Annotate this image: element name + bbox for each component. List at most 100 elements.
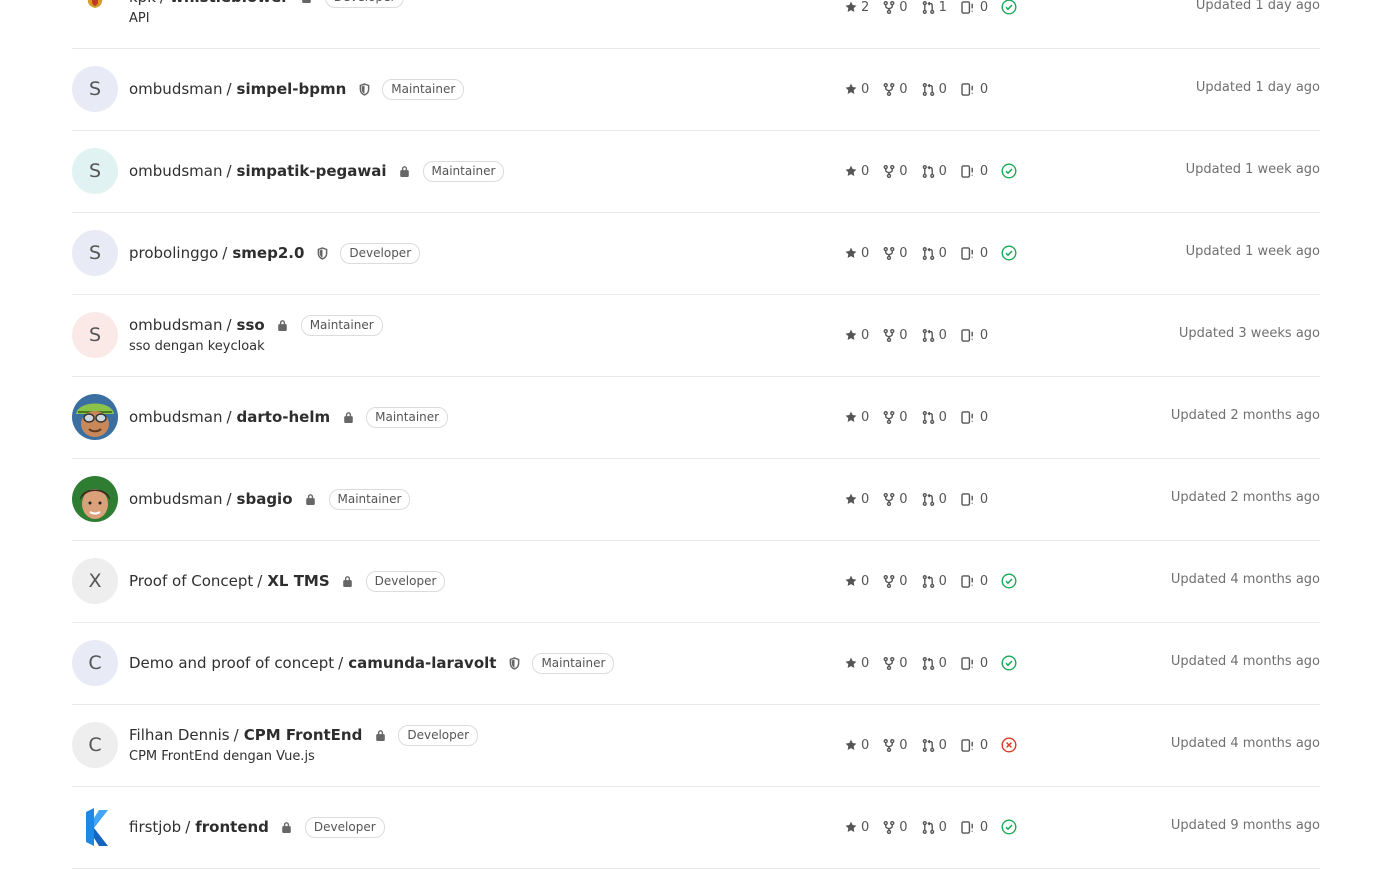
project-namespace[interactable]: probolinggo <box>129 244 218 262</box>
project-row[interactable]: firstjob / frontend Developer 0 0 0 0 Up… <box>72 787 1320 869</box>
pipeline-success-icon[interactable] <box>1001 0 1021 15</box>
forks-stat[interactable]: 0 <box>883 82 908 97</box>
project-namespace[interactable]: Filhan Dennis <box>129 726 230 744</box>
project-title[interactable]: Filhan Dennis / CPM FrontEnd Developer <box>129 724 479 746</box>
project-name[interactable]: frontend <box>195 818 269 836</box>
project-namespace[interactable]: ombudsman <box>129 316 222 334</box>
project-namespace[interactable]: Demo and proof of concept <box>129 654 334 672</box>
pipeline-success-icon[interactable] <box>1001 245 1021 261</box>
stars-stat[interactable]: 0 <box>845 82 869 97</box>
project-row[interactable]: ombudsman / sbagio Maintainer 0 0 0 0 Up… <box>72 459 1320 541</box>
merge-requests-stat[interactable]: 0 <box>922 656 947 671</box>
project-namespace[interactable]: Proof of Concept <box>129 572 253 590</box>
forks-stat[interactable]: 0 <box>883 656 908 671</box>
issues-stat[interactable]: 0 <box>961 492 988 507</box>
merge-requests-stat[interactable]: 0 <box>922 164 947 179</box>
project-title[interactable]: ombudsman / darto-helm Maintainer <box>129 406 449 428</box>
project-namespace[interactable]: ombudsman <box>129 80 222 98</box>
forks-stat[interactable]: 0 <box>883 410 908 425</box>
project-name[interactable]: darto-helm <box>237 408 331 426</box>
forks-stat[interactable]: 0 <box>883 164 908 179</box>
forks-stat[interactable]: 0 <box>883 328 908 343</box>
project-name[interactable]: simpatik-pegawai <box>237 162 387 180</box>
stars-stat[interactable]: 0 <box>845 574 869 589</box>
stars-stat[interactable]: 0 <box>845 820 869 835</box>
project-name[interactable]: smep2.0 <box>232 244 304 262</box>
stars-stat[interactable]: 0 <box>845 656 869 671</box>
issues-stat[interactable]: 0 <box>961 410 988 425</box>
project-avatar[interactable]: S <box>72 312 118 358</box>
project-avatar[interactable]: S <box>72 230 118 276</box>
project-row[interactable]: S probolinggo / smep2.0 Developer 0 0 0 … <box>72 213 1320 295</box>
project-avatar[interactable]: C <box>72 722 118 768</box>
forks-stat[interactable]: 0 <box>883 246 908 261</box>
stars-stat[interactable]: 0 <box>845 410 869 425</box>
issues-stat[interactable]: 0 <box>961 574 988 589</box>
project-avatar[interactable]: X <box>72 558 118 604</box>
stars-stat[interactable]: 0 <box>845 328 869 343</box>
project-title[interactable]: Demo and proof of concept / camunda-lara… <box>129 652 615 674</box>
project-namespace[interactable]: ombudsman <box>129 490 222 508</box>
forks-stat[interactable]: 0 <box>883 820 908 835</box>
issues-stat[interactable]: 0 <box>961 246 988 261</box>
project-row[interactable]: S ombudsman / simpatik-pegawai Maintaine… <box>72 131 1320 213</box>
merge-requests-stat[interactable]: 0 <box>922 492 947 507</box>
project-row[interactable]: C Filhan Dennis / CPM FrontEnd Developer… <box>72 705 1320 787</box>
project-title[interactable]: firstjob / frontend Developer <box>129 816 385 838</box>
stars-stat[interactable]: 0 <box>845 164 869 179</box>
project-row[interactable]: kpk / whistleblower Developer API 2 0 1 … <box>72 0 1320 49</box>
project-namespace[interactable]: ombudsman <box>129 408 222 426</box>
project-name[interactable]: whistleblower <box>170 0 289 6</box>
stars-stat[interactable]: 2 <box>845 0 869 15</box>
issues-stat[interactable]: 0 <box>961 0 988 15</box>
project-row[interactable]: S ombudsman / sso Maintainer sso dengan … <box>72 295 1320 377</box>
pipeline-success-icon[interactable] <box>1001 573 1021 589</box>
project-title[interactable]: ombudsman / sso Maintainer <box>129 314 383 336</box>
stars-stat[interactable]: 0 <box>845 246 869 261</box>
issues-stat[interactable]: 0 <box>961 328 988 343</box>
merge-requests-stat[interactable]: 0 <box>922 246 947 261</box>
issues-stat[interactable]: 0 <box>961 656 988 671</box>
project-title[interactable]: ombudsman / simpatik-pegawai Maintainer <box>129 160 505 182</box>
forks-stat[interactable]: 0 <box>883 738 908 753</box>
stars-stat[interactable]: 0 <box>845 738 869 753</box>
stars-stat[interactable]: 0 <box>845 492 869 507</box>
merge-requests-stat[interactable]: 0 <box>922 82 947 97</box>
merge-requests-stat[interactable]: 0 <box>922 328 947 343</box>
project-namespace[interactable]: firstjob <box>129 818 181 836</box>
pipeline-success-icon[interactable] <box>1001 163 1021 179</box>
project-name[interactable]: CPM FrontEnd <box>244 726 363 744</box>
user-photo-icon[interactable] <box>72 394 118 440</box>
project-title[interactable]: probolinggo / smep2.0 Developer <box>129 242 421 264</box>
merge-requests-stat[interactable]: 0 <box>922 410 947 425</box>
firstjob-logo-icon[interactable] <box>72 804 118 850</box>
pipeline-success-icon[interactable] <box>1001 655 1021 671</box>
project-title[interactable]: ombudsman / sbagio Maintainer <box>129 488 411 510</box>
project-row[interactable]: X Proof of Concept / XL TMS Developer 0 … <box>72 541 1320 623</box>
project-namespace[interactable]: kpk <box>129 0 156 6</box>
project-avatar[interactable]: S <box>72 148 118 194</box>
pipeline-success-icon[interactable] <box>1001 819 1021 835</box>
forks-stat[interactable]: 0 <box>883 0 908 15</box>
project-row[interactable]: C Demo and proof of concept / camunda-la… <box>72 623 1320 705</box>
project-avatar[interactable]: S <box>72 66 118 112</box>
project-title[interactable]: kpk / whistleblower Developer <box>129 0 405 8</box>
project-title[interactable]: Proof of Concept / XL TMS Developer <box>129 570 446 592</box>
merge-requests-stat[interactable]: 1 <box>922 0 947 15</box>
merge-requests-stat[interactable]: 0 <box>922 738 947 753</box>
forks-stat[interactable]: 0 <box>883 492 908 507</box>
forks-stat[interactable]: 0 <box>883 574 908 589</box>
project-avatar[interactable]: C <box>72 640 118 686</box>
issues-stat[interactable]: 0 <box>961 82 988 97</box>
project-name[interactable]: XL TMS <box>267 572 329 590</box>
merge-requests-stat[interactable]: 0 <box>922 574 947 589</box>
project-title[interactable]: ombudsman / simpel-bpmn Maintainer <box>129 78 465 100</box>
issues-stat[interactable]: 0 <box>961 738 988 753</box>
project-name[interactable]: sso <box>237 316 265 334</box>
project-name[interactable]: sbagio <box>237 490 293 508</box>
project-name[interactable]: simpel-bpmn <box>237 80 347 98</box>
pipeline-failed-icon[interactable] <box>1001 737 1021 753</box>
kpk-logo-icon[interactable] <box>72 0 118 30</box>
project-name[interactable]: camunda-laravolt <box>348 654 496 672</box>
user-photo-icon[interactable] <box>72 476 118 522</box>
